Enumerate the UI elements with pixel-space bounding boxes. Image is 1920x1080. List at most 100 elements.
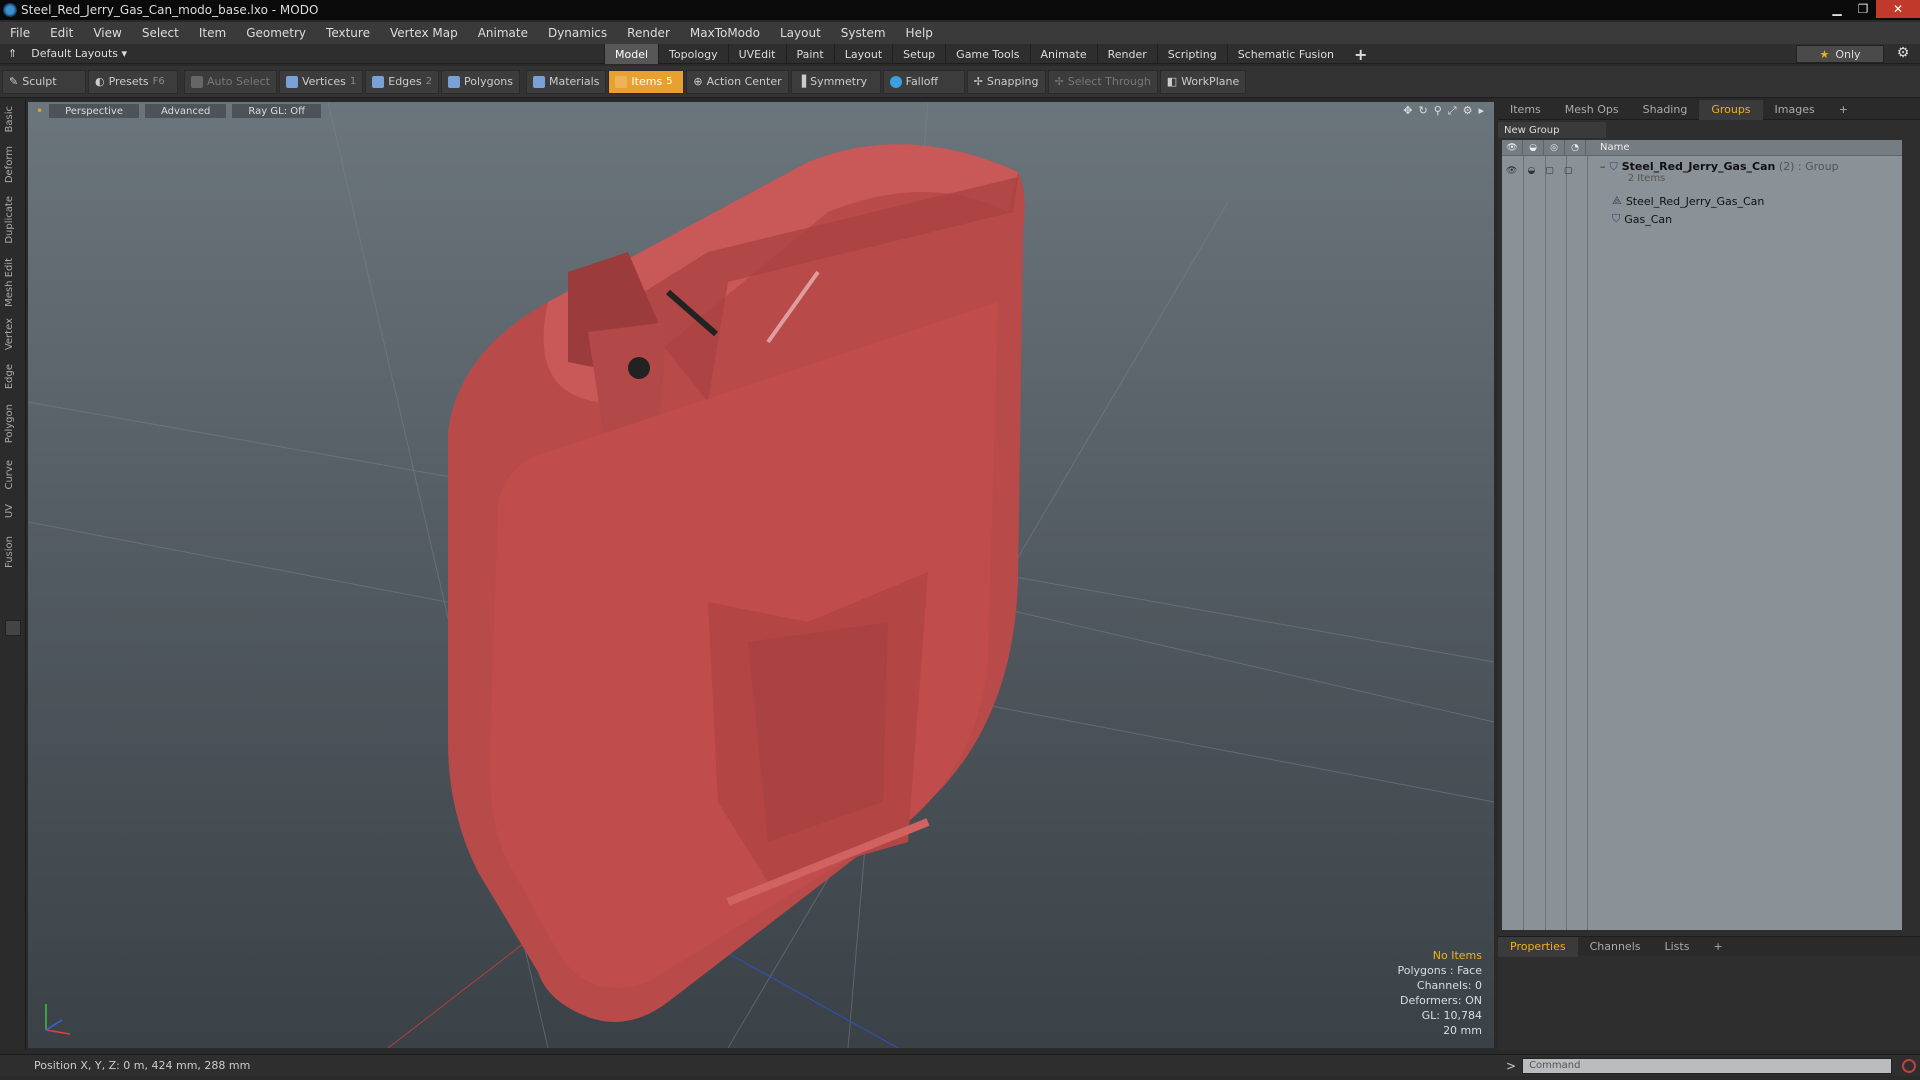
- restore-icon[interactable]: ❐: [1850, 0, 1876, 18]
- visibility-column-eye-icon[interactable]: 👁: [1502, 139, 1523, 156]
- menu-render[interactable]: Render: [617, 26, 680, 40]
- menu-view[interactable]: View: [83, 26, 131, 40]
- viewport-settings-icon[interactable]: ⚙: [1463, 104, 1473, 118]
- action-center-button[interactable]: ⊕ Action Center: [686, 69, 789, 94]
- vtab-mesh-edit[interactable]: Mesh Edit: [4, 258, 20, 307]
- snapping-button[interactable]: ✢ Snapping: [966, 69, 1046, 94]
- tab-items[interactable]: Items: [1498, 103, 1553, 116]
- menu-edit[interactable]: Edit: [40, 26, 83, 40]
- 3d-viewport[interactable]: • Perspective Advanced Ray GL: Off ✥ ↻ ⚲…: [28, 102, 1494, 1048]
- menu-animate[interactable]: Animate: [468, 26, 538, 40]
- fit-icon[interactable]: ⤢: [1448, 104, 1457, 118]
- new-group-button[interactable]: New Group: [1498, 122, 1606, 138]
- view-type-button[interactable]: Perspective: [49, 104, 139, 118]
- tab-mesh-ops[interactable]: Mesh Ops: [1553, 103, 1631, 116]
- menu-maxtomodo[interactable]: MaxToModo: [680, 26, 770, 40]
- vtab-vertex[interactable]: Vertex: [4, 318, 20, 350]
- command-input[interactable]: Command: [1522, 1057, 1893, 1074]
- tab-lists[interactable]: Lists: [1653, 940, 1702, 953]
- select-through-button[interactable]: ✢ Select Through: [1047, 69, 1158, 94]
- group-render-box[interactable]: ▢: [1564, 166, 1573, 176]
- symmetry-button[interactable]: ▐ Symmetry: [790, 69, 881, 94]
- menu-geometry[interactable]: Geometry: [236, 26, 316, 40]
- vtab-curve[interactable]: Curve: [4, 460, 20, 490]
- menu-dynamics[interactable]: Dynamics: [538, 26, 617, 40]
- presets-button[interactable]: ◐ Presets F6: [88, 69, 178, 94]
- viewport-arrow-icon[interactable]: ▸: [1478, 104, 1484, 118]
- close-icon[interactable]: ✕: [1876, 0, 1920, 18]
- group-lock-icon[interactable]: ◒: [1527, 166, 1535, 176]
- layouts-dropdown[interactable]: ⇑ Default Layouts ▾: [8, 47, 127, 60]
- group-select-box[interactable]: ▢: [1545, 166, 1554, 176]
- materials-button[interactable]: Materials: [526, 69, 607, 94]
- tab-render[interactable]: Render: [1096, 44, 1157, 64]
- gear-icon[interactable]: ⚙: [1894, 45, 1912, 63]
- tab-groups[interactable]: Groups: [1699, 99, 1763, 120]
- workplane-icon: ◧: [1166, 75, 1178, 88]
- group-child-row[interactable]: ⟁ Steel_Red_Jerry_Gas_Can: [1502, 192, 1902, 210]
- sculpt-button[interactable]: ✎ Sculpt: [2, 69, 86, 94]
- menu-layout[interactable]: Layout: [770, 26, 831, 40]
- vtab-basic[interactable]: Basic: [4, 106, 20, 132]
- raygl-button[interactable]: Ray GL: Off: [232, 104, 321, 118]
- menu-select[interactable]: Select: [132, 26, 189, 40]
- tab-layout[interactable]: Layout: [833, 44, 892, 64]
- tab-channels[interactable]: Channels: [1578, 940, 1653, 953]
- select-column-icon[interactable]: ◎: [1544, 139, 1565, 156]
- menu-file[interactable]: File: [0, 26, 40, 40]
- auto-select-button[interactable]: Auto Select: [184, 69, 277, 94]
- edges-button[interactable]: Edges 2: [365, 69, 440, 94]
- tab-properties[interactable]: Properties: [1498, 936, 1578, 957]
- tab-scripting[interactable]: Scripting: [1156, 44, 1227, 64]
- record-icon[interactable]: [1902, 1058, 1917, 1073]
- shading-mode-button[interactable]: Advanced: [145, 104, 227, 118]
- add-tab-icon[interactable]: +: [1344, 44, 1377, 64]
- zoom-icon[interactable]: ⚲: [1434, 104, 1442, 118]
- group-collapse-icon[interactable]: –: [1600, 160, 1606, 173]
- minimize-icon[interactable]: ▁: [1824, 0, 1850, 18]
- vtab-uv[interactable]: UV: [4, 504, 20, 518]
- render-column-icon[interactable]: ◔: [1565, 139, 1586, 156]
- layout-up-icon[interactable]: ⇑: [8, 47, 17, 60]
- tab-game-tools[interactable]: Game Tools: [945, 44, 1029, 64]
- workplane-button[interactable]: ◧ WorkPlane: [1159, 69, 1247, 94]
- menu-vertex-map[interactable]: Vertex Map: [380, 26, 468, 40]
- pan-icon[interactable]: ✥: [1403, 104, 1412, 118]
- falloff-button[interactable]: Falloff: [882, 69, 965, 94]
- vtab-duplicate[interactable]: Duplicate: [4, 196, 20, 244]
- tab-paint[interactable]: Paint: [785, 44, 834, 64]
- group-visible-eye-icon[interactable]: 👁: [1506, 166, 1517, 176]
- tab-setup[interactable]: Setup: [892, 44, 945, 64]
- vtab-deform[interactable]: Deform: [4, 146, 20, 183]
- command-prompt-icon: >: [1506, 1058, 1517, 1073]
- tab-uvedit[interactable]: UVEdit: [727, 44, 786, 64]
- menu-system[interactable]: System: [831, 26, 896, 40]
- menu-item[interactable]: Item: [189, 26, 236, 40]
- menu-help[interactable]: Help: [896, 26, 943, 40]
- vtab-fusion[interactable]: Fusion: [4, 536, 20, 568]
- only-button[interactable]: ★ Only: [1796, 45, 1884, 63]
- group-child-row[interactable]: ⛉ Gas_Can: [1502, 210, 1902, 228]
- groups-list: 👁 ◒ ◎ ◔ Name 👁 ◒ ▢ ▢ – ⛉ Steel_Red_Jerry…: [1502, 139, 1902, 930]
- tab-topology[interactable]: Topology: [658, 44, 728, 64]
- vtab-edge[interactable]: Edge: [4, 364, 20, 389]
- tab-shading[interactable]: Shading: [1631, 103, 1700, 116]
- menu-texture[interactable]: Texture: [316, 26, 380, 40]
- window-controls: ▁ ❐ ✕: [1824, 0, 1920, 18]
- add-panel-tab-icon[interactable]: +: [1827, 103, 1860, 116]
- group-row[interactable]: 👁 ◒ ▢ ▢ – ⛉ Steel_Red_Jerry_Gas_Can (2) …: [1502, 158, 1902, 188]
- expand-toggle-icon[interactable]: [5, 620, 21, 636]
- add-properties-tab-icon[interactable]: +: [1701, 940, 1734, 953]
- tab-schematic-fusion[interactable]: Schematic Fusion: [1226, 44, 1344, 64]
- lock-column-icon[interactable]: ◒: [1523, 139, 1544, 156]
- tab-model[interactable]: Model: [604, 44, 659, 64]
- vtab-polygon[interactable]: Polygon: [4, 404, 20, 443]
- items-button[interactable]: Items 5: [608, 69, 685, 94]
- polygons-button[interactable]: Polygons: [441, 69, 520, 94]
- rotate-icon[interactable]: ↻: [1419, 104, 1428, 118]
- group-child-name: Steel_Red_Jerry_Gas_Can: [1625, 194, 1765, 208]
- tab-animate[interactable]: Animate: [1029, 44, 1097, 64]
- viewport-menu-icon[interactable]: •: [36, 104, 43, 118]
- tab-images[interactable]: Images: [1763, 103, 1827, 116]
- vertices-button[interactable]: Vertices 1: [278, 69, 364, 94]
